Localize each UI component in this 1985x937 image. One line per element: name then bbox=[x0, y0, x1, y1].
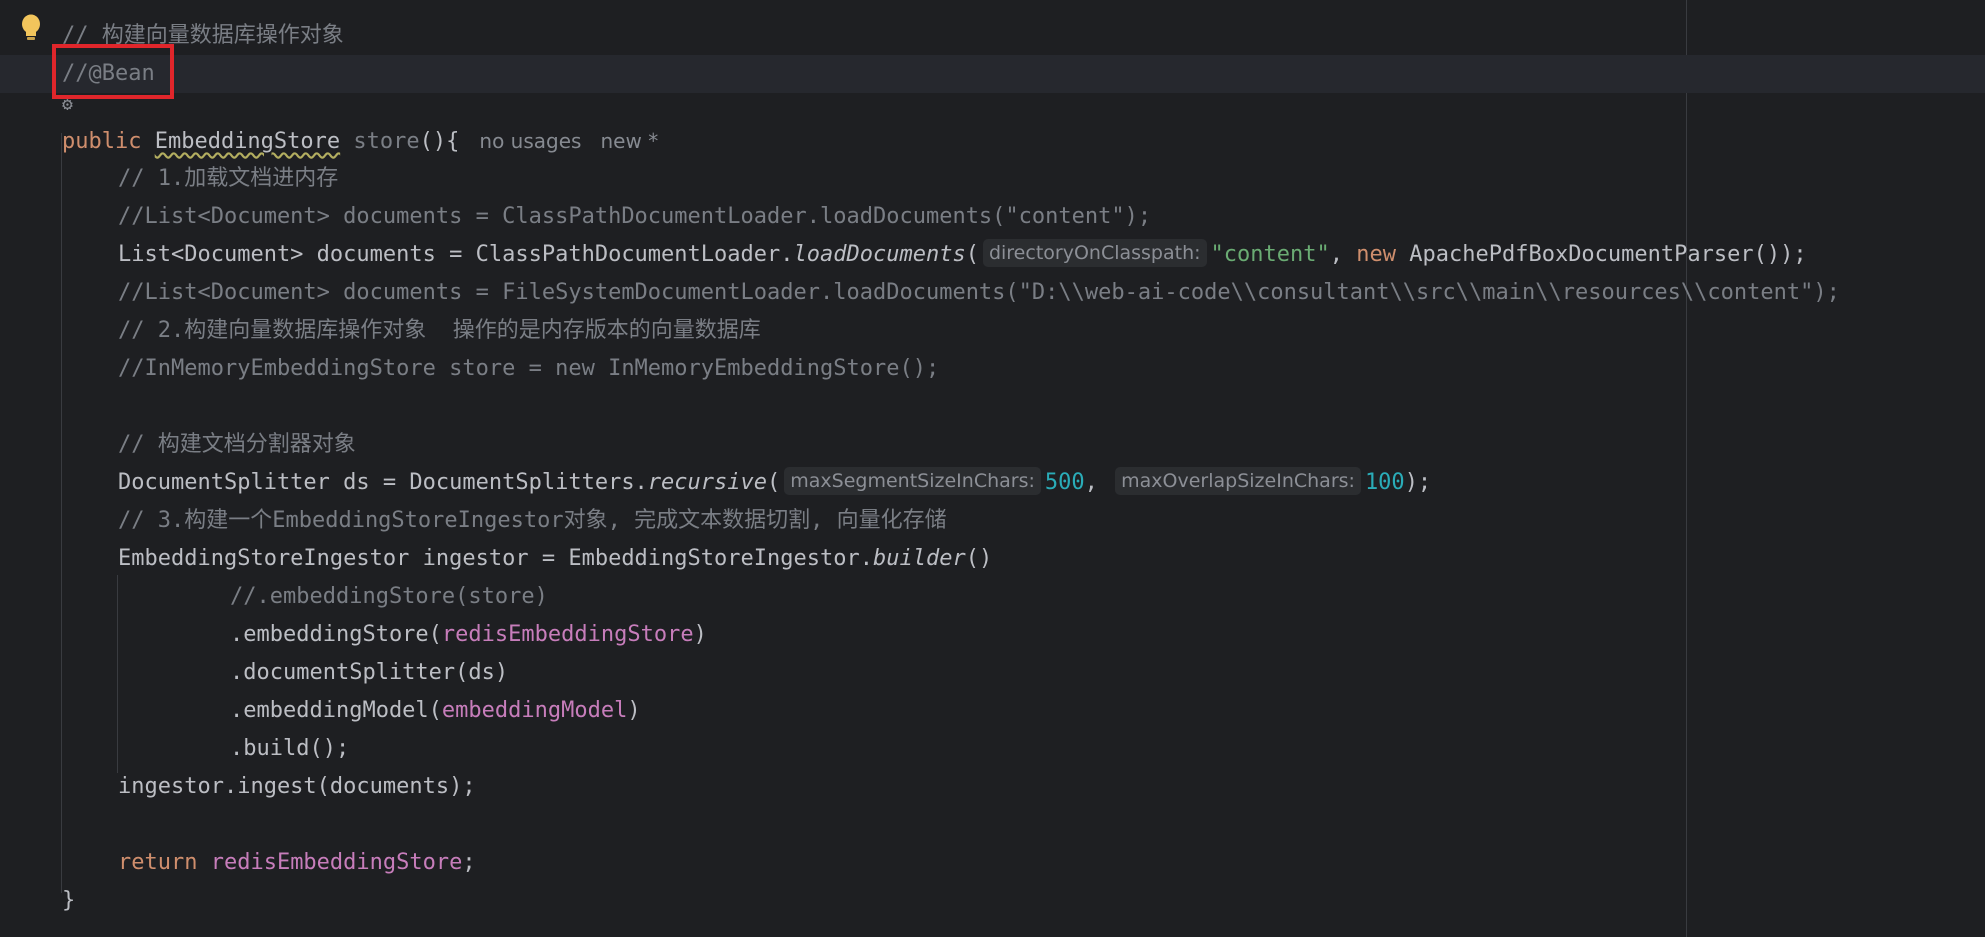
code-line[interactable] bbox=[0, 806, 1985, 844]
code-token: EmbeddingStore bbox=[154, 129, 341, 154]
code-token: ( bbox=[767, 470, 781, 495]
code-token: ApachePdfBoxDocumentParser()); bbox=[1409, 242, 1807, 267]
code-token: List<Document> documents = ClassPathDocu… bbox=[118, 242, 794, 267]
code-token: .embeddingStore( bbox=[230, 622, 442, 647]
code-token: new bbox=[1356, 242, 1410, 267]
code-line[interactable]: DocumentSplitter ds = DocumentSplitters.… bbox=[0, 464, 1985, 502]
code-token: 500 bbox=[1044, 470, 1085, 495]
code-token: 100 bbox=[1364, 470, 1405, 495]
code-token: ) bbox=[627, 698, 641, 723]
code-line[interactable]: //InMemoryEmbeddingStore store = new InM… bbox=[0, 350, 1985, 388]
code-line[interactable]: return redisEmbeddingStore; bbox=[0, 844, 1985, 882]
code-token: DocumentSplitter ds = DocumentSplitters. bbox=[118, 470, 648, 495]
code-token: // 构建文档分割器对象 bbox=[118, 432, 356, 457]
code-line[interactable]: // 构建文档分割器对象 bbox=[0, 426, 1985, 464]
code-token: , bbox=[1084, 470, 1112, 495]
code-token: // 2.构建向量数据库操作对象 操作的是内存版本的向量数据库 bbox=[118, 318, 761, 343]
code-token: .embeddingModel( bbox=[230, 698, 442, 723]
code-line[interactable]: .embeddingModel(embeddingModel) bbox=[0, 692, 1985, 730]
code-token: public bbox=[62, 129, 155, 154]
code-line[interactable]: //List<Document> documents = ClassPathDo… bbox=[0, 198, 1985, 236]
code-line[interactable]: //List<Document> documents = FileSystemD… bbox=[0, 274, 1985, 312]
code-token: (){ bbox=[419, 129, 460, 154]
code-token: ingestor.ingest(documents); bbox=[118, 774, 476, 799]
code-line[interactable]: // 2.构建向量数据库操作对象 操作的是内存版本的向量数据库 bbox=[0, 312, 1985, 350]
code-token: //List<Document> documents = FileSystemD… bbox=[118, 280, 1840, 305]
code-line[interactable] bbox=[0, 388, 1985, 426]
code-line[interactable]: ingestor.ingest(documents); bbox=[0, 768, 1985, 806]
code-token: //.embeddingStore(store) bbox=[230, 584, 548, 609]
code-token: store bbox=[353, 129, 420, 154]
code-line[interactable]: // 3.构建一个EmbeddingStoreIngestor对象, 完成文本数… bbox=[0, 502, 1985, 540]
code-editor[interactable]: // 构建向量数据库操作对象//@Bean public EmbeddingSto… bbox=[0, 0, 1985, 937]
code-token: "content" bbox=[1210, 242, 1330, 267]
code-token: return bbox=[118, 850, 211, 875]
code-token: ) bbox=[693, 622, 707, 647]
code-token: .build(); bbox=[230, 736, 350, 761]
code-line[interactable]: } bbox=[0, 882, 1985, 920]
code-token: redisEmbeddingStore bbox=[441, 622, 694, 647]
code-token: ; bbox=[462, 850, 476, 875]
code-token: ( bbox=[965, 242, 979, 267]
code-token: , bbox=[1329, 242, 1357, 267]
code-line[interactable]: EmbeddingStoreIngestor ingestor = Embedd… bbox=[0, 540, 1985, 578]
code-line[interactable]: // 1.加载文档进内存 bbox=[0, 160, 1985, 198]
parameter-hint: directoryOnClasspath: bbox=[982, 239, 1207, 267]
code-line[interactable]: List<Document> documents = ClassPathDocu… bbox=[0, 236, 1985, 274]
code-token: //List<Document> documents = ClassPathDo… bbox=[118, 204, 1152, 229]
code-token: } bbox=[62, 888, 76, 913]
code-token: embeddingModel bbox=[441, 698, 628, 723]
parameter-hint: maxOverlapSizeInChars: bbox=[1115, 467, 1361, 495]
code-token: () bbox=[965, 546, 993, 571]
code-token: .documentSplitter(ds) bbox=[230, 660, 509, 685]
code-token: builder bbox=[872, 546, 966, 571]
code-token: // 1.加载文档进内存 bbox=[118, 166, 339, 191]
code-line[interactable]: // 构建向量数据库操作对象 bbox=[0, 17, 1985, 55]
code-token: ); bbox=[1404, 470, 1432, 495]
code-token: EmbeddingStoreIngestor ingestor = Embedd… bbox=[118, 546, 873, 571]
code-token: recursive bbox=[647, 470, 768, 495]
code-token: redisEmbeddingStore bbox=[210, 850, 463, 875]
code-line[interactable]: .build(); bbox=[0, 730, 1985, 768]
code-line[interactable]: //@Bean bbox=[0, 55, 1985, 93]
code-line[interactable]: .embeddingStore(redisEmbeddingStore) bbox=[0, 616, 1985, 654]
code-line[interactable]: public EmbeddingStore store(){ no usages … bbox=[0, 122, 1985, 160]
code-line[interactable]: //.embeddingStore(store) bbox=[0, 578, 1985, 616]
code-line[interactable]: .documentSplitter(ds) bbox=[0, 654, 1985, 692]
code-token: // 3.构建一个EmbeddingStoreIngestor对象, 完成文本数… bbox=[118, 508, 947, 533]
parameter-hint: maxSegmentSizeInChars: bbox=[784, 467, 1041, 495]
usage-hint[interactable]: no usages new * bbox=[479, 129, 658, 153]
code-token: loadDocuments bbox=[793, 242, 966, 267]
code-token: //InMemoryEmbeddingStore store = new InM… bbox=[118, 356, 940, 381]
highlight-annotation-box bbox=[52, 44, 174, 99]
